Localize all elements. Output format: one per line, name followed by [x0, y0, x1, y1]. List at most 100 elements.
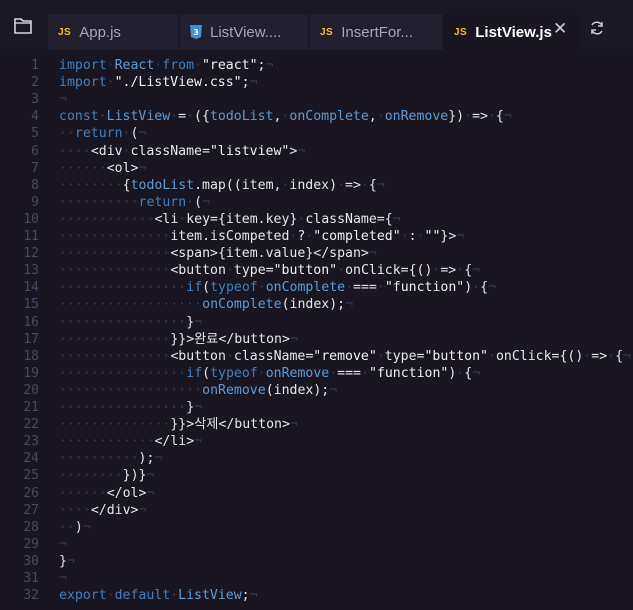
code-text: ··return·(¬ — [59, 126, 147, 142]
code-line[interactable]: 26 ······</ol>¬ — [0, 485, 633, 502]
tab-label: ListView.js — [475, 23, 552, 41]
code-line[interactable]: 32 export·default·ListView;¬ — [0, 587, 633, 604]
code-line[interactable]: 21 ················}¬ — [0, 399, 633, 416]
close-icon[interactable]: ✕ — [553, 21, 567, 38]
line-number: 26 — [23, 485, 39, 501]
line-number: 8 — [31, 177, 39, 193]
line-number: 11 — [23, 229, 39, 244]
code-text: ················if(typeof·onComplete·===… — [59, 280, 497, 296]
files-icon[interactable] — [14, 18, 32, 34]
line-number: 31 — [23, 571, 39, 586]
code-line[interactable]: 13 ··············<button·type="button"·on… — [0, 262, 633, 279]
code-line[interactable]: 4 const·ListView·=·({todoList,·onComplete… — [0, 108, 633, 125]
code-line[interactable]: 16 ················}¬ — [0, 314, 633, 331]
code-line[interactable]: 15 ··················onComplete(index);¬ — [0, 296, 633, 313]
line-number: 7 — [31, 160, 39, 176]
line-number: 23 — [23, 434, 39, 450]
line-number: 27 — [23, 502, 39, 518]
code-line[interactable]: 1 import·React·from·"react";¬ — [0, 57, 633, 74]
code-line[interactable]: 9 ··········return·(¬ — [0, 194, 633, 211]
code-line[interactable]: 18 ··············<button·className="remov… — [0, 348, 633, 365]
code-text: ··················onRemove(index);¬ — [59, 382, 338, 398]
code-line[interactable]: 6 ····<div·className="listview">¬ — [0, 143, 633, 160]
code-text: ············<li·key={item.key}·className… — [59, 211, 401, 227]
line-number: 20 — [23, 382, 39, 398]
line-number: 24 — [23, 451, 39, 467]
code-text: ··········);¬ — [59, 451, 163, 467]
code-line[interactable]: 5 ··return·(¬ — [0, 125, 633, 142]
line-number: 29 — [23, 536, 39, 552]
refresh-icon[interactable] — [589, 20, 605, 36]
code-line[interactable]: 24 ··········);¬ — [0, 450, 633, 467]
code-line[interactable]: 27 ····</div>¬ — [0, 502, 633, 519]
tab-bar: JS App.js 3 ListView.... JS InsertFor...… — [0, 0, 633, 50]
code-text: ··············<button·className="remove"… — [59, 348, 631, 364]
line-number: 1 — [31, 58, 39, 73]
line-number: 3 — [31, 92, 39, 108]
code-line[interactable]: 30 }¬ — [0, 553, 633, 570]
code-text: }¬ — [59, 553, 75, 569]
code-line[interactable]: 8 ········{todoList.map((item,·index)·=>·… — [0, 177, 633, 194]
js-file-icon: JS — [454, 26, 468, 38]
code-line[interactable]: 12 ··············<span>{item.value}</span… — [0, 245, 633, 262]
line-number: 14 — [23, 280, 39, 296]
line-number: 16 — [23, 314, 39, 330]
code-line[interactable]: 11 ··············item.isCompeted·?·"compl… — [0, 228, 633, 245]
code-text: ··········return·(¬ — [59, 194, 211, 210]
line-number: 30 — [23, 553, 39, 569]
line-number: 32 — [23, 588, 39, 604]
code-line[interactable]: 10 ············<li·key={item.key}·classNa… — [0, 211, 633, 228]
code-line[interactable]: 19 ················if(typeof·onRemove·===… — [0, 365, 633, 382]
code-line[interactable]: 17 ··············}}>완료</button>¬ — [0, 331, 633, 348]
code-line[interactable]: 14 ················if(typeof·onComplete·=… — [0, 279, 633, 296]
code-line[interactable]: 7 ······<ol>¬ — [0, 160, 633, 177]
code-text: ··)¬ — [59, 519, 91, 535]
css-file-icon: 3 — [190, 25, 202, 39]
code-text: const·ListView·=·({todoList,·onComplete,… — [59, 109, 512, 125]
code-line[interactable]: 22 ··············}}>삭제</button>¬ — [0, 416, 633, 433]
line-number: 4 — [31, 109, 39, 125]
line-number: 22 — [23, 417, 39, 433]
code-text: ······<ol>¬ — [59, 160, 147, 176]
code-text: ··················onComplete(index);¬ — [59, 297, 354, 313]
code-editor[interactable]: 1 import·React·from·"react";¬ 2 import·"./L… — [0, 56, 633, 610]
tab-label: App.js — [79, 23, 121, 41]
line-number: 2 — [31, 75, 39, 91]
code-text: ¬ — [59, 92, 67, 108]
code-line[interactable]: 3 ¬ — [0, 91, 633, 108]
code-text: ··············<span>{item.value}</span>¬ — [59, 246, 377, 262]
code-text: ··············<button·type="button"·onCl… — [59, 263, 481, 279]
code-text: ··············}}>삭제</button>¬ — [59, 417, 298, 433]
code-text: ¬ — [59, 571, 67, 586]
code-text: ······</ol>¬ — [59, 485, 155, 501]
code-text: ············</li>¬ — [59, 434, 203, 450]
line-number: 15 — [23, 297, 39, 313]
line-number: 17 — [23, 331, 39, 347]
line-number: 13 — [23, 263, 39, 279]
line-number: 6 — [31, 143, 39, 159]
tab-insertform-js[interactable]: JS InsertFor... — [310, 14, 442, 50]
tab-listview-css[interactable]: 3 ListView.... — [180, 14, 308, 50]
line-number: 19 — [23, 365, 39, 381]
line-number: 9 — [31, 194, 39, 210]
code-text: import·"./ListView.css";¬ — [59, 75, 258, 91]
code-text: ················if(typeof·onRemove·===·"… — [59, 365, 481, 381]
code-text: ················}¬ — [59, 400, 203, 415]
code-line[interactable]: 29 ¬ — [0, 536, 633, 553]
line-number: 18 — [23, 348, 39, 364]
code-line[interactable]: 25 ········})}¬ — [0, 467, 633, 484]
code-text: ····</div>¬ — [59, 502, 147, 518]
tab-label: InsertFor... — [341, 23, 413, 41]
line-number: 5 — [31, 126, 39, 142]
code-line[interactable]: 23 ············</li>¬ — [0, 433, 633, 450]
line-number: 12 — [23, 246, 39, 262]
line-number: 21 — [23, 400, 39, 415]
code-text: ··············}}>완료</button>¬ — [59, 331, 298, 347]
code-line[interactable]: 20 ··················onRemove(index);¬ — [0, 382, 633, 399]
tab-app-js[interactable]: JS App.js — [48, 14, 178, 50]
code-line[interactable]: 2 import·"./ListView.css";¬ — [0, 74, 633, 91]
code-line[interactable]: 31 ¬ — [0, 570, 633, 587]
code-text: import·React·from·"react";¬ — [59, 58, 274, 73]
js-file-icon: JS — [58, 26, 72, 38]
code-line[interactable]: 28 ··)¬ — [0, 519, 633, 536]
